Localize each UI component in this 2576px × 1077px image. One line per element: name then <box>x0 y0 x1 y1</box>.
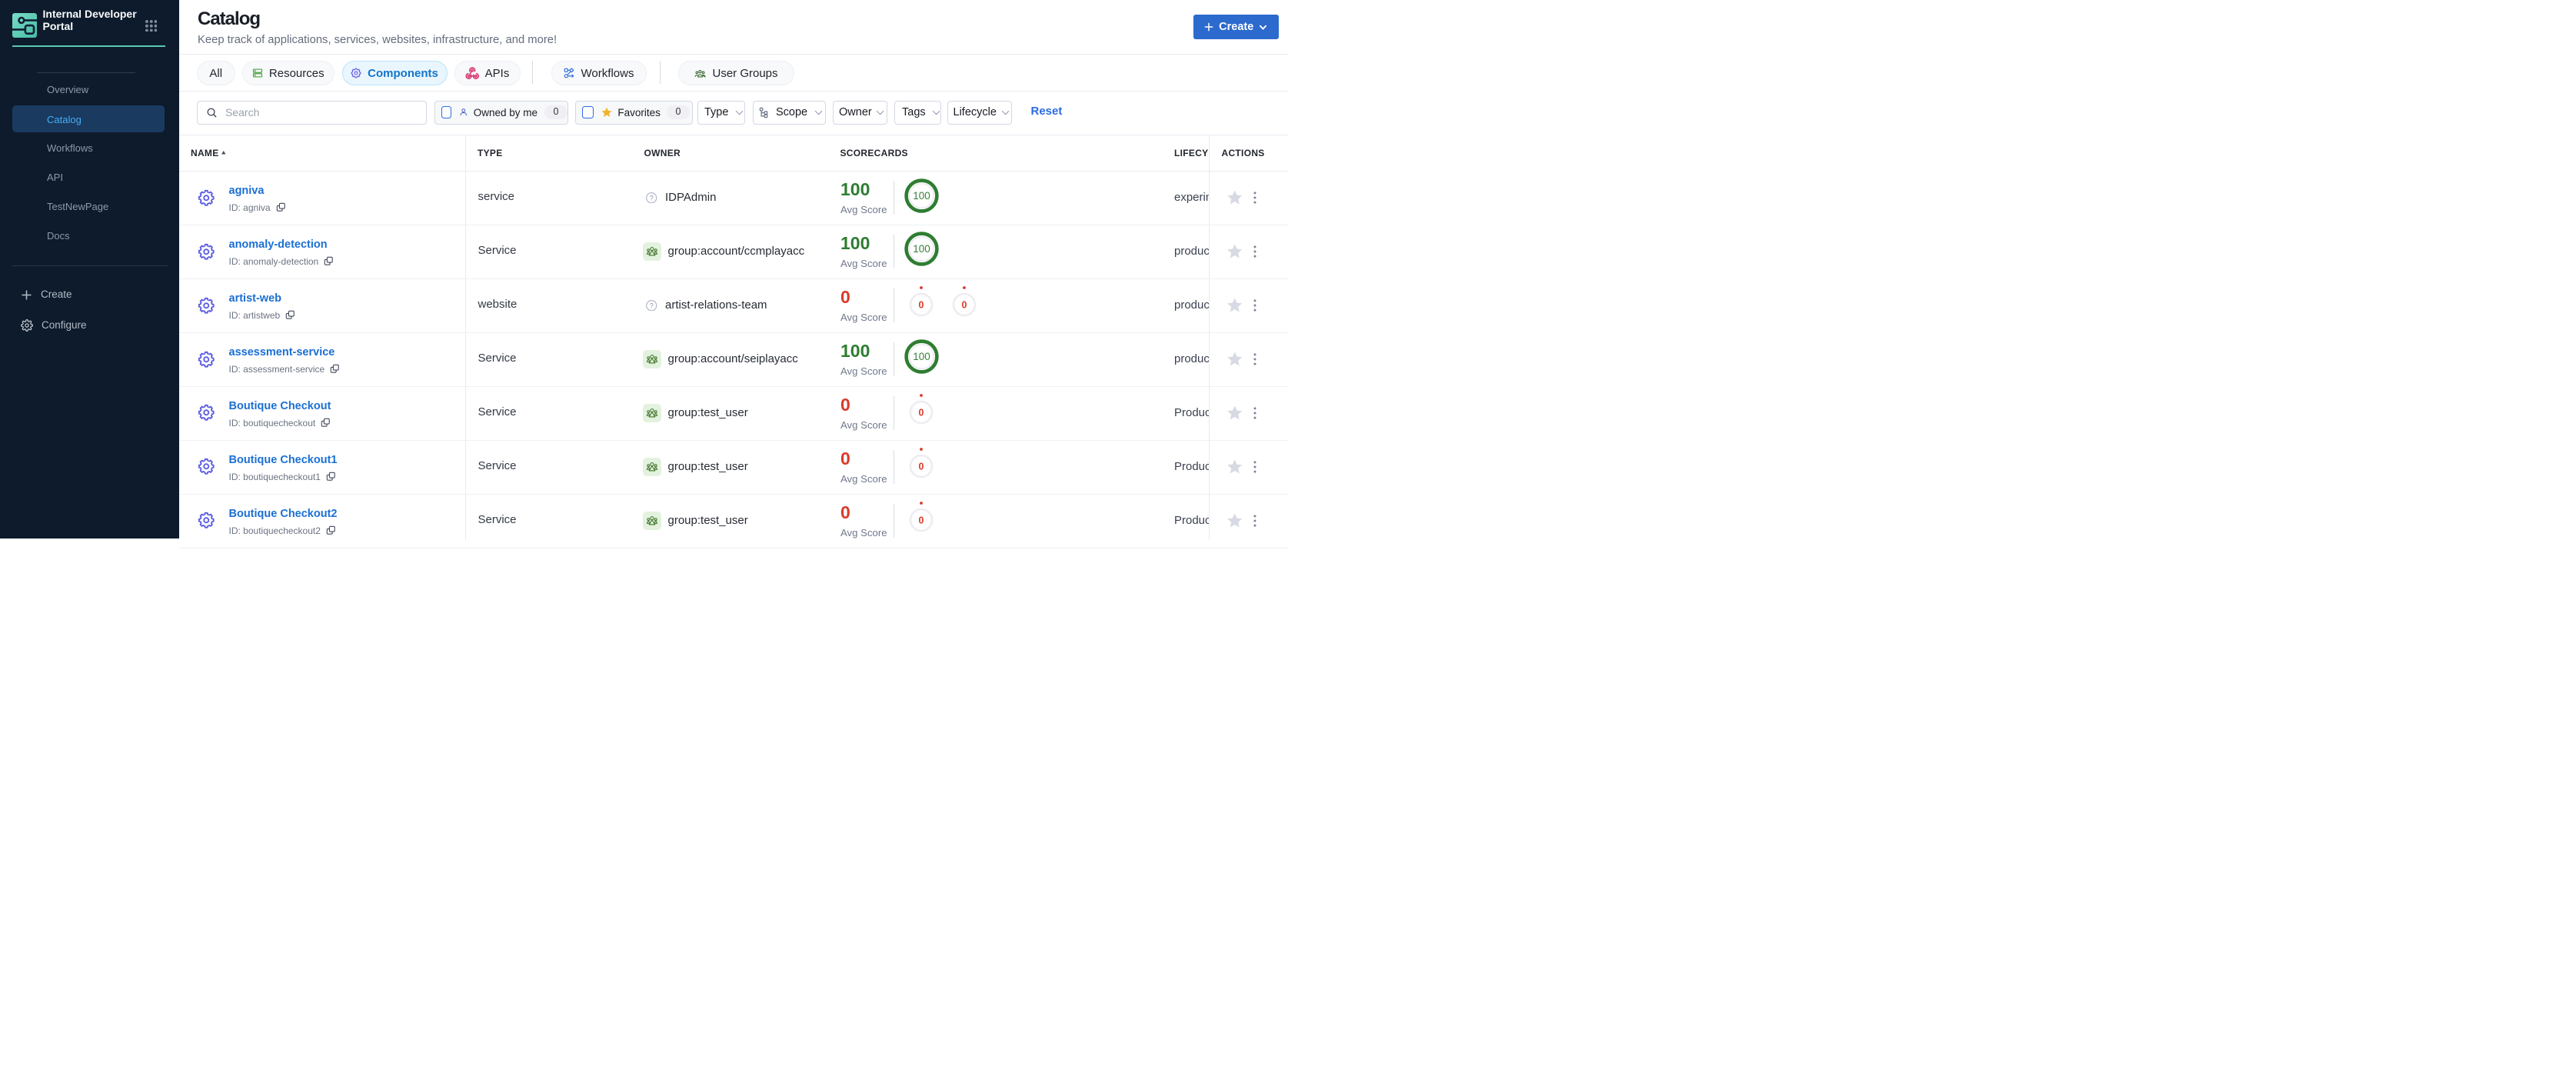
svg-text:0: 0 <box>919 407 924 418</box>
svg-text:0: 0 <box>919 461 924 472</box>
svg-text:?: ? <box>650 302 654 309</box>
svg-text:0: 0 <box>962 299 967 310</box>
svg-text:100: 100 <box>913 352 930 363</box>
svg-text:?: ? <box>650 194 654 202</box>
svg-text:100: 100 <box>913 190 930 202</box>
svg-text:100: 100 <box>913 244 930 255</box>
svg-text:0: 0 <box>919 299 924 310</box>
svg-text:0: 0 <box>919 515 924 525</box>
